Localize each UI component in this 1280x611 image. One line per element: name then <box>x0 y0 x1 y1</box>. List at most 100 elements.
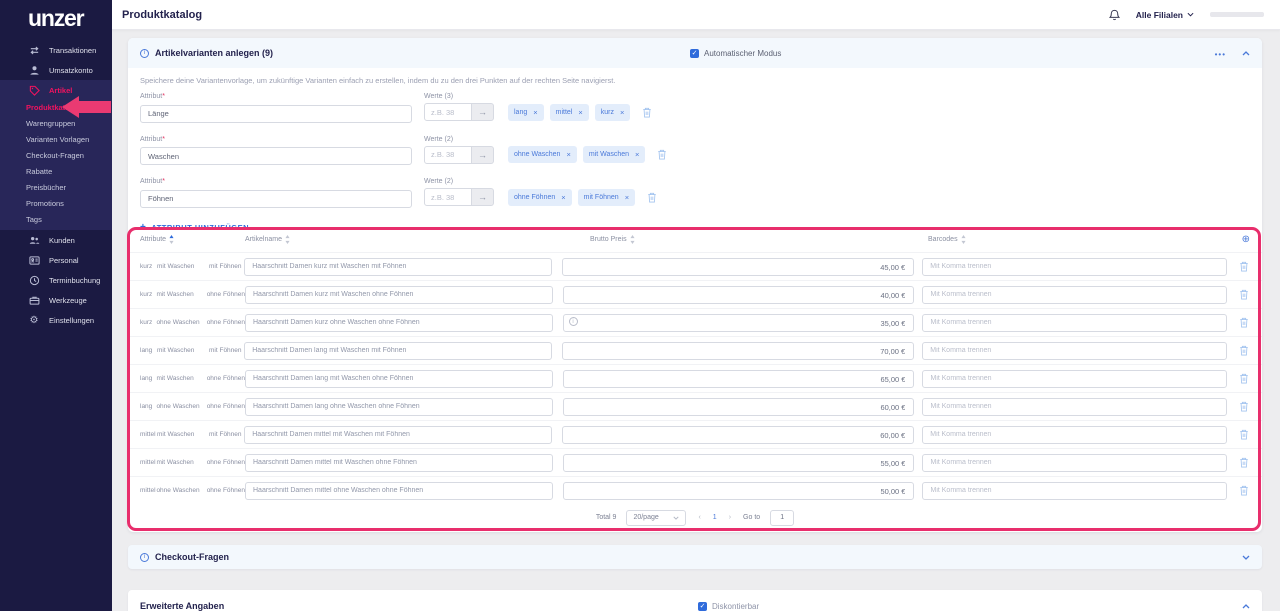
price-input[interactable] <box>561 342 915 361</box>
sidebar-item-tags[interactable]: Tags <box>0 212 112 228</box>
trash-icon[interactable] <box>1239 429 1249 440</box>
value-chip[interactable]: mit Föhnen <box>577 188 636 206</box>
trash-icon[interactable] <box>1239 317 1249 328</box>
value-chip[interactable]: mittel <box>549 103 589 121</box>
column-header-brutto-preis[interactable]: Brutto Preis <box>565 235 920 244</box>
barcode-input[interactable] <box>922 257 1227 276</box>
price-input[interactable] <box>562 370 915 389</box>
artikelname-input[interactable] <box>245 285 553 304</box>
goto-page-input[interactable] <box>770 509 795 526</box>
value-chip[interactable]: ohne Föhnen <box>508 188 572 206</box>
barcode-input[interactable] <box>922 369 1227 388</box>
value-chip[interactable]: ohne Waschen <box>508 146 577 163</box>
werte-input[interactable] <box>424 188 472 206</box>
remove-chip-icon[interactable] <box>635 150 639 159</box>
next-page-button[interactable] <box>727 514 733 521</box>
barcode-input[interactable] <box>922 285 1227 304</box>
table-row: kurz ohne Waschen ohne Föhnen <box>128 308 1262 336</box>
sidebar-item-preisbuecher[interactable]: Preisbücher <box>0 180 112 196</box>
sidebar-item-terminbuchung[interactable]: Terminbuchung <box>0 270 112 290</box>
column-header-attribute[interactable]: Attribute <box>140 235 245 244</box>
artikelname-input[interactable] <box>245 481 553 500</box>
prev-page-button[interactable] <box>696 514 702 521</box>
price-input[interactable] <box>562 314 915 333</box>
auto-mode-checkbox[interactable] <box>690 48 699 58</box>
price-input[interactable] <box>562 454 915 473</box>
remove-chip-icon[interactable] <box>578 108 582 117</box>
add-row-icon[interactable] <box>1242 235 1250 245</box>
branch-selector[interactable]: Alle Filialen <box>1136 10 1194 20</box>
sidebar-item-transaktionen[interactable]: Transaktionen <box>0 40 112 60</box>
add-value-arrow-button[interactable] <box>472 103 494 121</box>
sidebar-item-personal[interactable]: Personal <box>0 250 112 270</box>
collapse-icon[interactable] <box>1242 50 1250 56</box>
attribut-input[interactable] <box>140 147 412 165</box>
artikelname-input[interactable] <box>245 313 553 332</box>
gear-icon <box>28 315 40 326</box>
trash-icon[interactable] <box>1239 289 1249 300</box>
artikelname-input[interactable] <box>244 341 552 360</box>
remove-chip-icon[interactable] <box>561 193 565 202</box>
sidebar-item-checkout-fragen[interactable]: Checkout-Fragen <box>0 148 112 164</box>
remove-chip-icon[interactable] <box>625 193 629 202</box>
price-input[interactable] <box>562 482 915 501</box>
sidebar-item-produktkatalog[interactable]: Produktkatalog <box>0 100 112 116</box>
value-chip[interactable]: mit Waschen <box>582 146 646 163</box>
add-value-arrow-button[interactable] <box>472 188 494 206</box>
sidebar-item-promotions[interactable]: Promotions <box>0 196 112 212</box>
artikelname-input[interactable] <box>245 453 553 472</box>
column-header-artikelname[interactable]: Artikelname <box>245 235 555 244</box>
trash-icon[interactable] <box>642 107 652 118</box>
more-options-icon[interactable] <box>1215 44 1226 62</box>
artikelname-input[interactable] <box>245 397 553 416</box>
price-input[interactable] <box>561 258 915 277</box>
trash-icon[interactable] <box>657 149 667 160</box>
sidebar-item-artikel[interactable]: Artikel <box>0 80 112 100</box>
expand-icon[interactable] <box>1242 555 1250 560</box>
barcode-input[interactable] <box>922 425 1227 444</box>
barcode-input[interactable] <box>922 481 1227 500</box>
remove-chip-icon[interactable] <box>566 150 570 159</box>
remove-chip-icon[interactable] <box>620 108 624 117</box>
trash-icon[interactable] <box>1239 401 1249 412</box>
werte-input[interactable] <box>424 103 472 121</box>
bell-icon[interactable] <box>1108 9 1120 21</box>
barcode-input[interactable] <box>922 341 1227 360</box>
sidebar-item-werkzeuge[interactable]: Werkzeuge <box>0 290 112 310</box>
value-chip[interactable]: kurz <box>594 103 631 121</box>
artikelname-input[interactable] <box>244 257 552 276</box>
sidebar-item-rabatte[interactable]: Rabatte <box>0 164 112 180</box>
attribut-input[interactable] <box>140 189 412 208</box>
collapse-icon[interactable] <box>1242 603 1250 609</box>
trash-icon[interactable] <box>1239 457 1249 468</box>
attribut-input[interactable] <box>140 104 412 123</box>
artikelname-input[interactable] <box>245 369 553 388</box>
price-input[interactable] <box>562 286 915 305</box>
trash-icon[interactable] <box>1239 345 1249 356</box>
trash-icon[interactable] <box>647 192 657 203</box>
sidebar-item-einstellungen[interactable]: Einstellungen <box>0 310 112 330</box>
chevron-down-icon <box>1187 12 1194 17</box>
sidebar-item-warengruppen[interactable]: Warengruppen <box>0 116 112 132</box>
artikelname-input[interactable] <box>244 425 552 444</box>
trash-icon[interactable] <box>1239 261 1249 272</box>
remove-chip-icon[interactable] <box>533 108 537 117</box>
barcode-input[interactable] <box>922 397 1227 416</box>
trash-icon[interactable] <box>1239 485 1249 496</box>
add-value-arrow-button[interactable] <box>472 145 494 164</box>
sidebar-item-varianten-vorlagen[interactable]: Varianten Vorlagen <box>0 132 112 148</box>
sidebar-item-umsatzkonto[interactable]: Umsatzkonto <box>0 60 112 80</box>
price-input[interactable] <box>562 398 915 417</box>
trash-icon[interactable] <box>1239 373 1249 384</box>
column-header-barcodes[interactable]: Barcodes <box>928 235 1235 244</box>
barcode-input[interactable] <box>922 313 1227 332</box>
sidebar-item-kunden[interactable]: Kunden <box>0 230 112 250</box>
branch-label: Alle Filialen <box>1135 9 1183 20</box>
barcode-input[interactable] <box>922 453 1227 472</box>
werte-input[interactable] <box>424 145 472 164</box>
diskontierbar-checkbox[interactable] <box>698 601 707 611</box>
page-size-select[interactable]: 20/page <box>626 509 687 526</box>
current-page[interactable]: 1 <box>713 514 717 521</box>
price-input[interactable] <box>561 426 915 445</box>
value-chip[interactable]: lang <box>508 103 544 121</box>
